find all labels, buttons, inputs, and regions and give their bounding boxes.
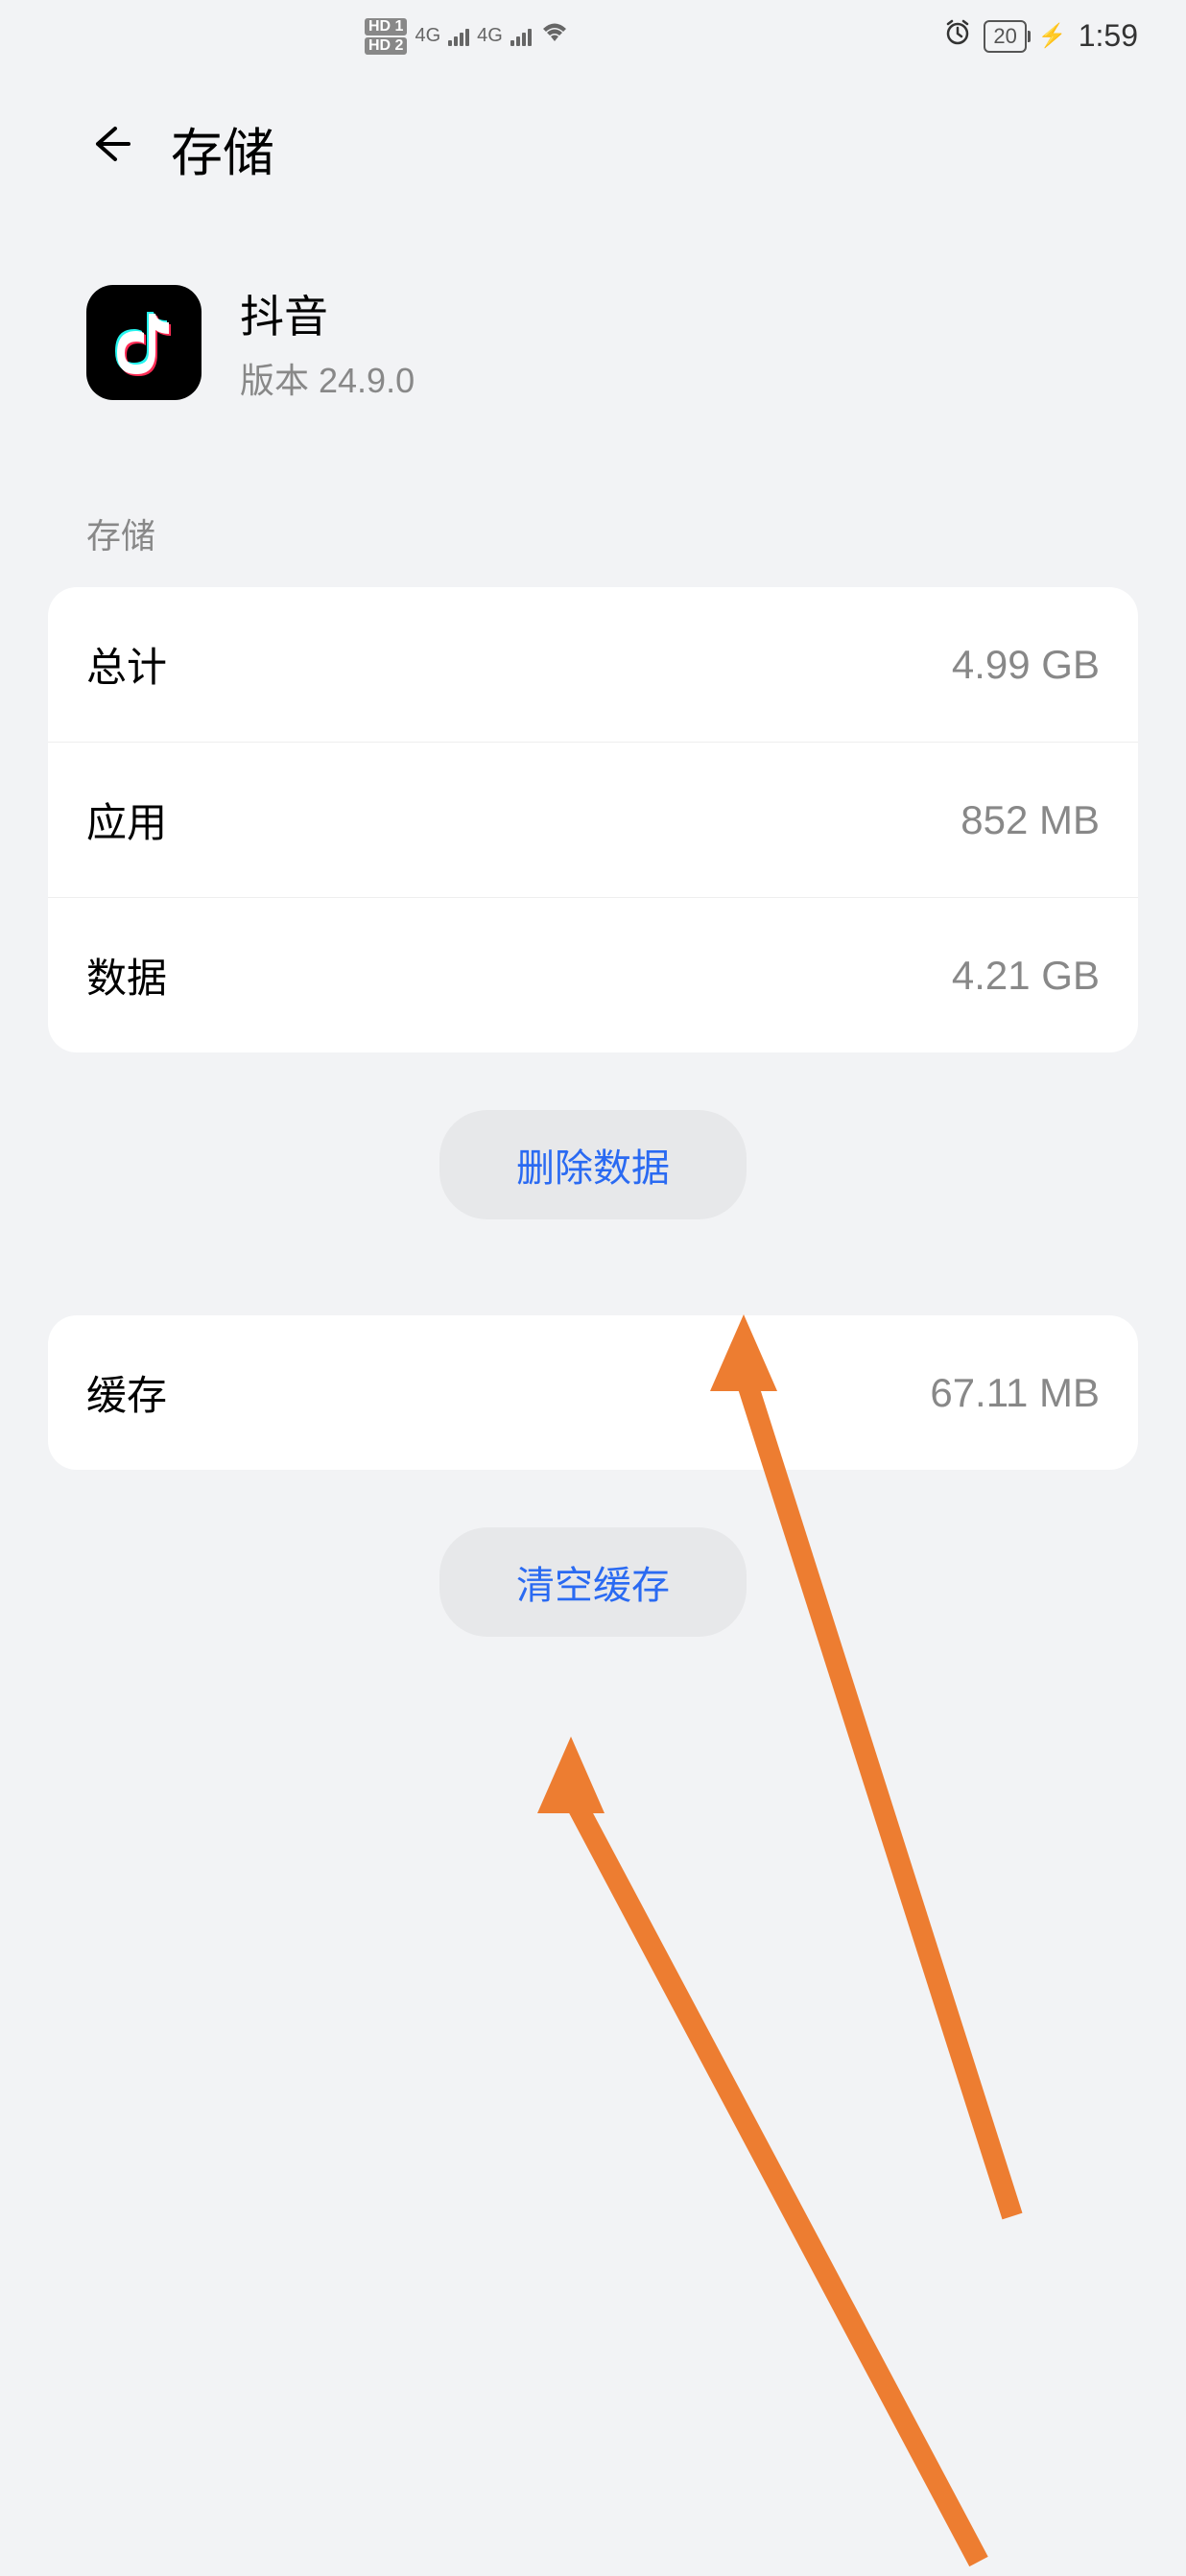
- charging-icon: ⚡: [1038, 22, 1067, 50]
- row-total: 总计 4.99 GB: [48, 587, 1138, 743]
- app-icon: [86, 285, 202, 400]
- data-label: 数据: [86, 946, 167, 1004]
- signal-bars-2: [510, 27, 532, 46]
- hd-badge-1: HD 1: [365, 18, 407, 35]
- storage-card: 总计 4.99 GB 应用 852 MB 数据 4.21 GB: [48, 587, 1138, 1052]
- page-header: 存储: [0, 72, 1186, 215]
- cache-value: 67.11 MB: [930, 1370, 1100, 1416]
- app-info-section: 抖音 版本 24.9.0: [0, 215, 1186, 451]
- status-left: HD 1 HD 2 4G 4G: [365, 18, 570, 55]
- network-label-2: 4G: [477, 25, 503, 47]
- clock-time: 1:59: [1079, 18, 1138, 54]
- annotation-arrow-2: [518, 1737, 1008, 2571]
- row-cache: 缓存 67.11 MB: [48, 1315, 1138, 1470]
- total-value: 4.99 GB: [952, 642, 1100, 688]
- app-storage-value: 852 MB: [961, 797, 1100, 843]
- network-label-1: 4G: [415, 25, 440, 47]
- signal-bars-1: [448, 27, 469, 46]
- status-bar: HD 1 HD 2 4G 4G 20 ⚡ 1:59: [0, 0, 1186, 72]
- cache-card: 缓存 67.11 MB: [48, 1315, 1138, 1470]
- back-button[interactable]: [86, 121, 132, 176]
- tiktok-icon: [115, 309, 173, 376]
- status-right: 20 ⚡ 1:59: [943, 18, 1138, 54]
- row-data: 数据 4.21 GB: [48, 898, 1138, 1052]
- hd-badge-2: HD 2: [365, 37, 407, 55]
- app-name: 抖音: [240, 282, 415, 345]
- page-title: 存储: [171, 110, 274, 186]
- delete-data-button[interactable]: 删除数据: [439, 1110, 747, 1219]
- wifi-icon: [539, 20, 570, 52]
- cache-label: 缓存: [86, 1363, 167, 1422]
- data-value: 4.21 GB: [952, 953, 1100, 999]
- alarm-icon: [943, 18, 972, 54]
- clear-cache-button[interactable]: 清空缓存: [439, 1527, 747, 1637]
- section-label-storage: 存储: [0, 451, 1186, 587]
- battery-icon: 20: [984, 20, 1026, 53]
- row-app: 应用 852 MB: [48, 743, 1138, 898]
- total-label: 总计: [86, 635, 167, 694]
- app-version: 版本 24.9.0: [240, 353, 415, 403]
- app-storage-label: 应用: [86, 791, 167, 849]
